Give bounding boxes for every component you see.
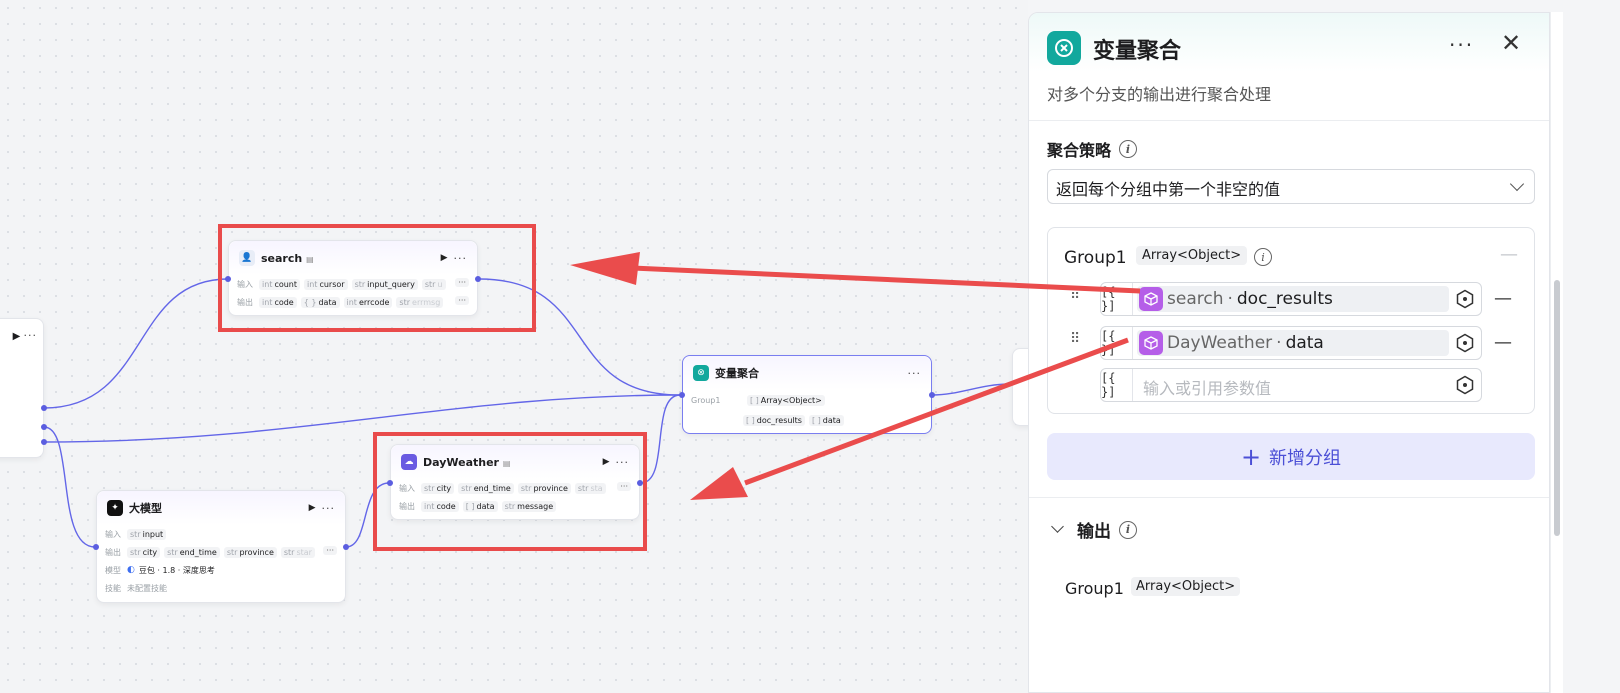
- add-group-button[interactable]: + 新增分组: [1047, 433, 1535, 480]
- highlight-box-search: [218, 224, 536, 332]
- node-config-panel: 变量聚合 ··· ✕ 对多个分支的输出进行聚合处理 聚合策略 i 返回每个分组中…: [1028, 12, 1550, 693]
- strategy-select[interactable]: 返回每个分组中第一个非空的值: [1047, 169, 1535, 204]
- param-pill: str star: [280, 546, 315, 558]
- panel-title: 变量聚合: [1093, 39, 1182, 64]
- output-group-name: Group1: [1065, 579, 1124, 598]
- type-icon[interactable]: [{ }]: [1101, 327, 1133, 359]
- group-name[interactable]: Group1: [1064, 248, 1127, 268]
- remove-row-button[interactable]: —: [1494, 332, 1512, 353]
- info-icon[interactable]: i: [1254, 248, 1272, 266]
- start-port-3[interactable]: [41, 439, 47, 445]
- type-icon[interactable]: [{ }]: [1101, 283, 1133, 315]
- edge-start-llm: [43, 426, 96, 548]
- param-pill: str province: [223, 546, 277, 558]
- plugin-cube-icon: [1139, 331, 1163, 355]
- scrollbar-thumb[interactable]: [1554, 280, 1560, 536]
- variable-reference[interactable]: search · doc_results: [1137, 286, 1449, 312]
- info-icon[interactable]: i: [1119, 520, 1137, 539]
- more-icon[interactable]: ···: [1449, 33, 1474, 57]
- param-pill: str input: [127, 528, 167, 540]
- drag-handle-icon[interactable]: ⠿: [1070, 288, 1080, 302]
- llm-model-row: 模型 ◐ 豆包 · 1.8 · 深度思考: [105, 565, 215, 575]
- group-type-badge: Array<Object>: [1136, 246, 1248, 265]
- close-icon[interactable]: ✕: [1501, 29, 1521, 57]
- variable-input[interactable]: 输入或引用参数值: [1143, 375, 1271, 399]
- chevron-down-icon[interactable]: [1051, 520, 1064, 533]
- drag-handle-icon[interactable]: ⠿: [1070, 332, 1080, 346]
- group-card: Group1 Array<Object> i — ⠿ [{ }] search …: [1047, 227, 1535, 414]
- expand-outputs-button[interactable]: ···: [323, 546, 337, 555]
- doubao-icon: ◐: [127, 565, 135, 575]
- aggregate-node[interactable]: ⊗ 变量聚合 ··· Group1 [ ] Array<Object> [ ] do…: [682, 355, 932, 434]
- type-icon[interactable]: [{ }]: [1101, 369, 1133, 401]
- aggregate-items-row: [ ] doc_results [ ] data: [683, 410, 931, 430]
- llm-node-header: ✦ 大模型 ▶ ···: [97, 491, 345, 525]
- llm-in-port[interactable]: [93, 544, 99, 550]
- llm-out-port[interactable]: [343, 544, 349, 550]
- start-port-1[interactable]: [41, 405, 47, 411]
- panel-scrollbar[interactable]: [1550, 12, 1563, 693]
- reference-picker-icon[interactable]: [1455, 375, 1475, 395]
- workflow-canvas[interactable]: ▶ ··· 👤 search ▤ ▶ ··· 输入 int count int cu…: [0, 0, 1028, 693]
- divider: [1029, 497, 1549, 498]
- highlight-box-dayweather: [373, 432, 647, 551]
- llm-inputs-row: 输入 str input: [97, 525, 345, 543]
- param-pill: str end_time: [164, 546, 220, 558]
- start-port-2[interactable]: [41, 424, 47, 430]
- group-type-pill: [ ] Array<Object>: [747, 394, 825, 406]
- param-pill: str city: [127, 546, 161, 558]
- aggregate-icon: [1047, 31, 1081, 65]
- chevron-down-icon: [1509, 176, 1525, 192]
- panel-description: 对多个分支的输出进行聚合处理: [1047, 85, 1272, 104]
- aggregate-out-port[interactable]: [929, 392, 935, 398]
- run-icon[interactable]: ▶ ···: [13, 329, 37, 342]
- llm-outputs-row: 输出 str city str end_time str province str st…: [97, 543, 345, 561]
- output-section-label: 输出 i: [1077, 517, 1137, 542]
- aggregate-icon: ⊗: [693, 365, 709, 381]
- edge-aggregate-next: [931, 383, 1011, 396]
- llm-node[interactable]: ✦ 大模型 ▶ ··· 输入 str input 输出 str city str en…: [96, 490, 346, 603]
- edge-start-search: [43, 278, 229, 409]
- aggregate-group-row: Group1 [ ] Array<Object>: [683, 390, 931, 410]
- reference-picker-icon[interactable]: [1455, 289, 1475, 309]
- variable-row[interactable]: [{ }] search · doc_results: [1100, 282, 1482, 316]
- panel-header: 变量聚合 ··· ✕ 对多个分支的输出进行聚合处理: [1029, 13, 1549, 121]
- llm-skill-row: 技能 未配置技能: [105, 583, 167, 593]
- llm-node-title: 大模型: [129, 502, 162, 515]
- aggregate-node-title: 变量聚合: [715, 367, 759, 380]
- plugin-cube-icon: [1139, 287, 1163, 311]
- remove-row-button[interactable]: —: [1494, 288, 1512, 309]
- remove-group-button[interactable]: —: [1500, 244, 1518, 265]
- output-group-type: Array<Object>: [1131, 577, 1241, 596]
- more-icon[interactable]: ···: [322, 502, 336, 515]
- run-icon[interactable]: ▶: [309, 503, 316, 513]
- item-pill: [ ] doc_results: [743, 414, 805, 426]
- llm-icon: ✦: [107, 500, 123, 516]
- item-pill: [ ] data: [808, 414, 844, 426]
- info-icon[interactable]: i: [1119, 140, 1138, 158]
- variable-row[interactable]: [{ }] DayWeather · data: [1100, 326, 1482, 360]
- empty-variable-row[interactable]: [{ }] 输入或引用参数值: [1100, 368, 1482, 402]
- aggregate-node-header: ⊗ 变量聚合 ···: [683, 356, 931, 390]
- more-icon[interactable]: ···: [908, 367, 922, 380]
- plus-icon: +: [1240, 442, 1262, 471]
- variable-reference[interactable]: DayWeather · data: [1137, 330, 1449, 356]
- aggregate-in-port[interactable]: [679, 392, 685, 398]
- start-node-partial[interactable]: ▶ ···: [0, 318, 44, 458]
- reference-picker-icon[interactable]: [1455, 333, 1475, 353]
- strategy-label: 聚合策略 i: [1047, 137, 1138, 161]
- next-node-partial[interactable]: [1012, 348, 1028, 426]
